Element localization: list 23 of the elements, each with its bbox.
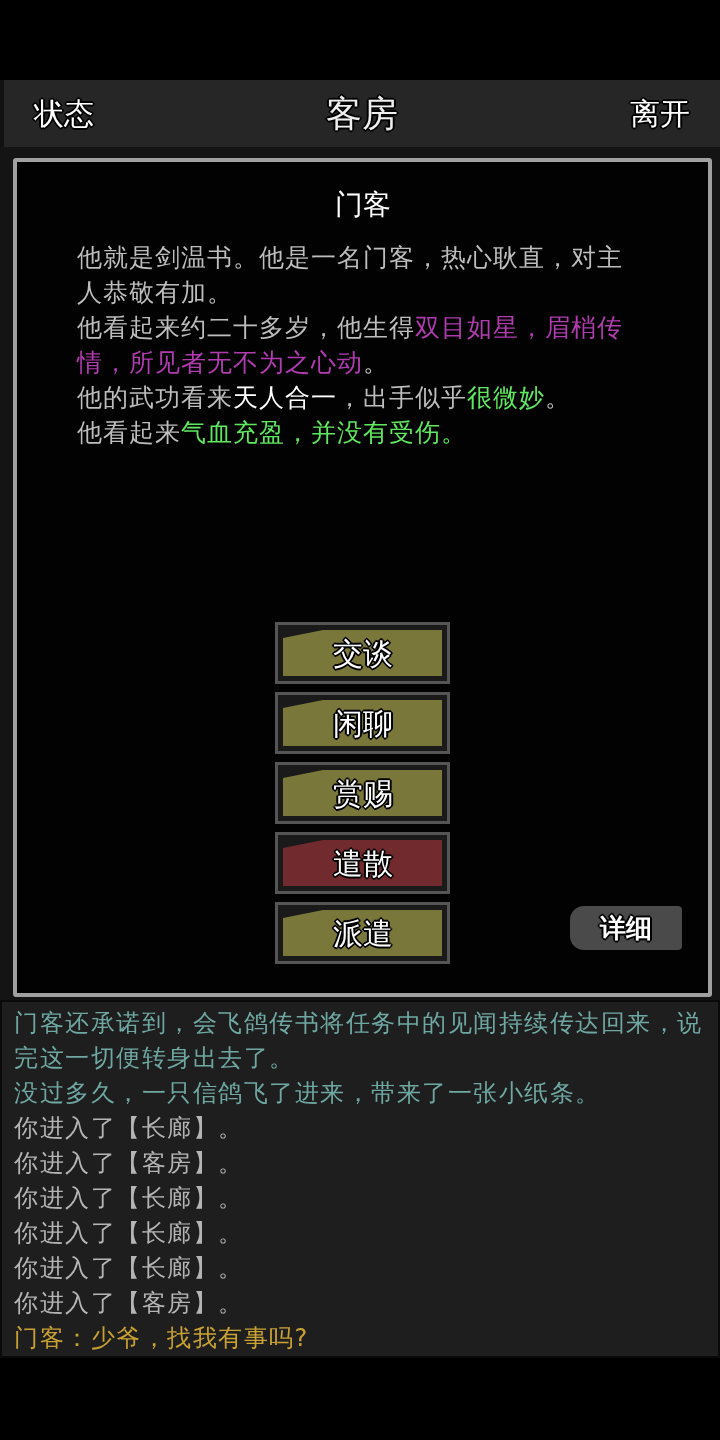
character-description: 他看起来气血充盈，并没有受伤。 [77,417,468,449]
log-line: 你进入了【长廊】。 [14,1113,245,1144]
room-title: 客房 [326,91,398,136]
status-button[interactable]: 状态 [34,91,94,136]
log-line: 门客：少爷，找我有事吗? [14,1323,310,1354]
leave-button[interactable]: 离开 [630,91,690,136]
log-line: 你进入了【客房】。 [14,1148,245,1179]
action-button[interactable]: 交谈 [275,622,450,684]
action-button[interactable]: 闲聊 [275,692,450,754]
dialog-title: 门客 [334,187,391,223]
log-line: 你进入了【长廊】。 [14,1253,245,1284]
action-button[interactable]: 遣散 [275,832,450,894]
log-line: 没过多久，一只信鸽飞了进来，带来了一张小纸条。 [14,1078,602,1109]
log-line: 你进入了【客房】。 [14,1288,245,1319]
action-button[interactable]: 赏赐 [275,762,450,824]
log-line: 门客还承诺到，会飞鸽传书将任务中的见闻持续传达回来，说完这一切便转身出去了。 [14,1008,704,1074]
log-line: 你进入了【长廊】。 [14,1218,245,1249]
detail-button[interactable]: 详细 [570,906,682,950]
character-description: 他看起来约二十多岁，他生得双目如星，眉梢传情，所见者无不为之心动。 [77,312,624,379]
character-description: 他就是剑温书。他是一名门客，热心耿直，对主人恭敬有加。 [77,242,624,309]
log-line: 你进入了【长廊】。 [14,1183,245,1214]
action-button[interactable]: 派遣 [275,902,450,964]
character-description: 他的武功看来天人合一，出手似乎很微妙。 [77,382,572,414]
